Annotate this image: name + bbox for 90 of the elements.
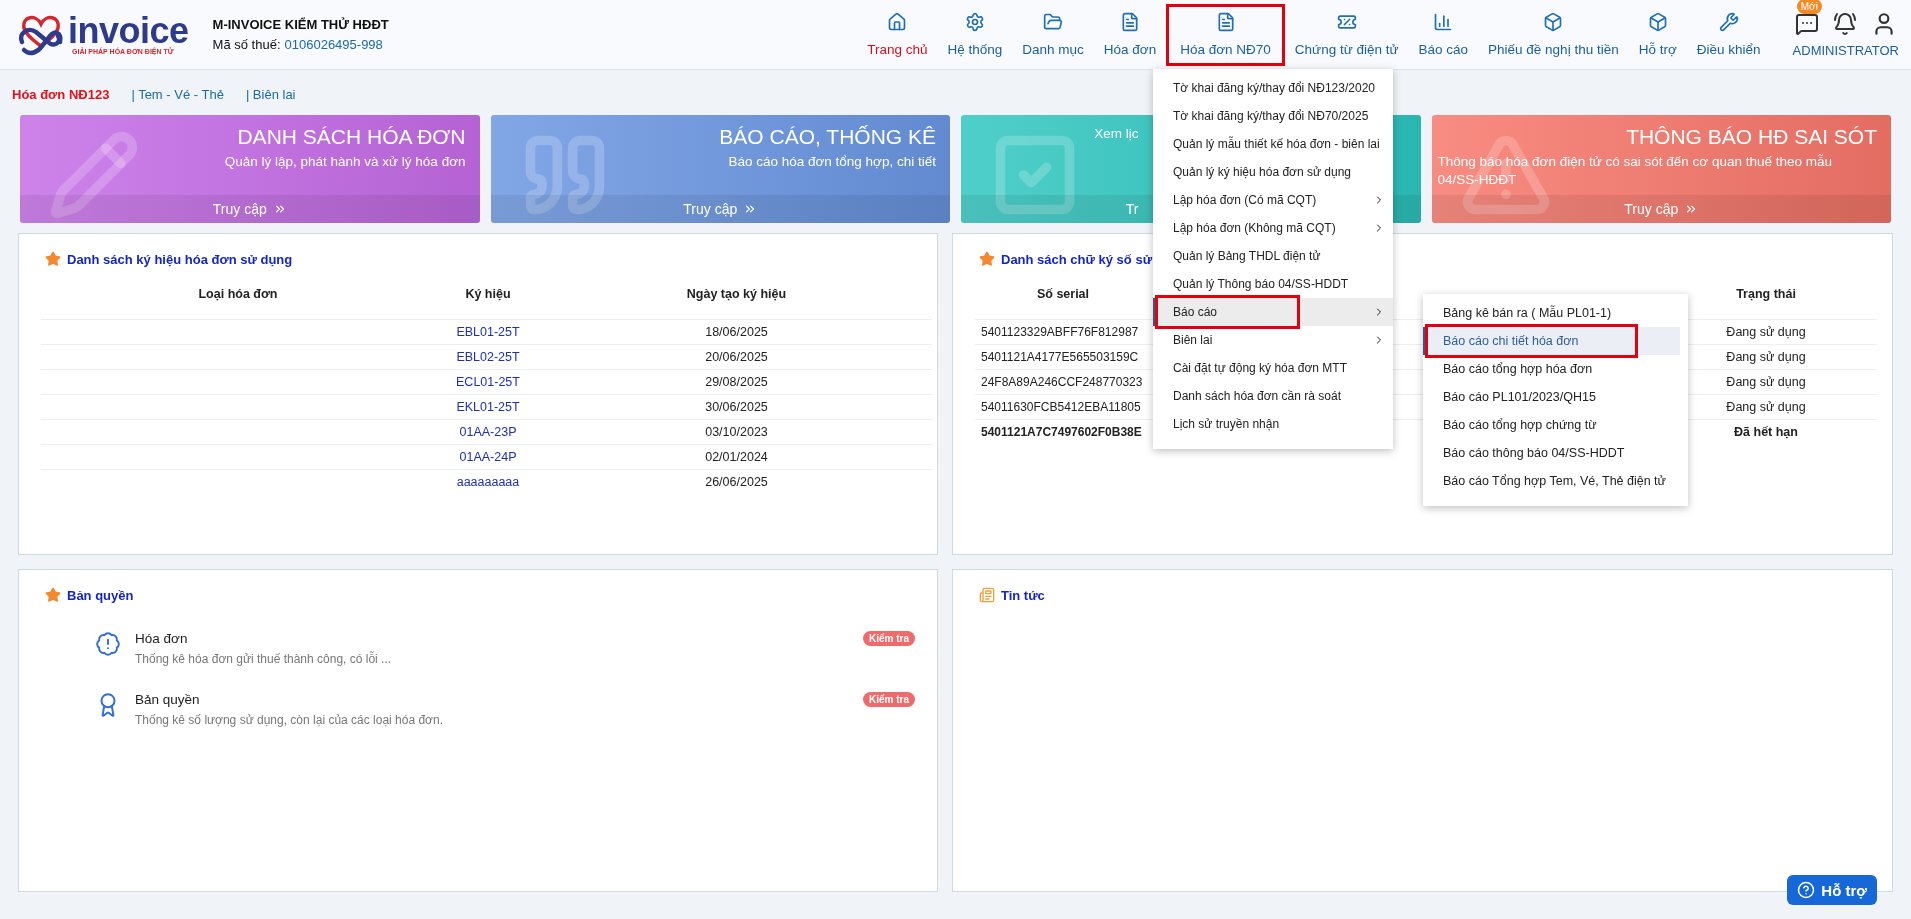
cube-icon <box>1543 12 1564 32</box>
menu-item[interactable]: Quản lý Thông báo 04/SS-HDDT <box>1153 270 1393 298</box>
table-cell: 18/06/2025 <box>541 319 932 344</box>
document-icon <box>1120 12 1140 32</box>
nav-item[interactable]: Hệ thống <box>937 3 1013 66</box>
table-cell: 54011630FCB5412EBA11805 <box>975 394 1151 419</box>
tax-label: Mã số thuế: <box>212 37 281 52</box>
bell-icon[interactable] <box>1832 12 1857 36</box>
nav-item[interactable]: Điều khiển <box>1686 3 1771 66</box>
new-badge: Mới <box>1796 0 1822 14</box>
table-cell[interactable]: aaaaaaaaa <box>435 469 541 494</box>
access-link[interactable]: Truy cập <box>212 201 287 217</box>
item-description: Thống kê hóa đơn gửi thuế thành công, có lỗi ... <box>135 652 393 666</box>
menu-item[interactable]: Danh sách hóa đơn cần rà soát <box>1153 382 1393 410</box>
submenu-item[interactable]: Báo cáo Tổng hợp Tem, Vé, Thẻ điện tử <box>1423 467 1680 495</box>
alert-badge-icon <box>95 631 121 657</box>
menu-item[interactable]: Lập hóa đơn (Có mã CQT) <box>1153 186 1393 214</box>
menu-item[interactable]: Lịch sử truyền nhận <box>1153 410 1393 438</box>
nav-item[interactable]: Chứng từ điện tử <box>1284 3 1409 66</box>
menu-item[interactable]: Quản lý Bảng THDL điện tử <box>1153 242 1393 270</box>
settings-icon <box>964 12 985 32</box>
column-header: Ký hiệu <box>464 286 512 303</box>
menu-item[interactable]: Quản lý ký hiệu hóa đơn sử dụng <box>1153 158 1393 186</box>
card-description: Báo cáo hóa đơn tổng hợp, chi tiết <box>728 153 936 171</box>
table-cell: 24F8A89A246CCF248770323 <box>975 369 1151 394</box>
menu-item[interactable]: Tờ khai đăng ký/thay đổi NĐ123/2020 <box>1153 74 1393 102</box>
item-description: Thống kê số lượng sử dụng, còn lại của các loại hóa đơn. <box>135 713 444 727</box>
subnav-link[interactable]: | Biên lai <box>245 87 296 102</box>
subnav-link[interactable]: | Tem - Vé - Thẻ <box>131 87 224 102</box>
star-icon <box>979 251 995 267</box>
nav-item[interactable]: Phiếu đề nghị thu tiền <box>1478 3 1629 66</box>
user-name[interactable]: ADMINISTRATOR <box>1792 43 1899 58</box>
nav-item[interactable]: Danh mục <box>1012 3 1094 66</box>
card-title: THÔNG BÁO HĐ SAI SÓT <box>1626 125 1877 149</box>
menu-item[interactable]: Báo cáo <box>1153 298 1393 326</box>
item-title: Bản quyền <box>135 692 201 707</box>
table-cell: 30/06/2025 <box>541 394 932 419</box>
table-cell: 20/06/2025 <box>541 344 932 369</box>
nav-item[interactable]: Báo cáo <box>1408 3 1479 66</box>
feature-card[interactable]: DANH SÁCH HÓA ĐƠN Quản lý lập, phát hành và xử lý hóa đơn Truy cập <box>20 115 480 223</box>
table-cell[interactable]: EBL01-25T <box>435 319 541 344</box>
table-cell[interactable]: ECL01-25T <box>435 369 541 394</box>
tax-code: 0106026495-998 <box>284 37 383 52</box>
table-cell[interactable]: EBL02-25T <box>435 344 541 369</box>
help-button[interactable]: Hỗ trợ <box>1787 875 1877 905</box>
column-header: Số serial <box>1035 286 1091 303</box>
folder-icon <box>1043 12 1064 32</box>
panel-title: Danh sách ký hiệu hóa đơn sử dụng <box>67 251 293 267</box>
nav-item[interactable]: Hóa đơn <box>1093 3 1167 66</box>
column-header: Loại hóa đơn <box>197 286 279 303</box>
panel-title: Tin tức <box>1001 587 1045 603</box>
table-cell: 5401121A7C7497602F0B38E <box>975 419 1151 444</box>
company-name: M-INVOICE KIỂM THỬ HĐĐT <box>212 17 389 32</box>
help-icon <box>1797 881 1816 899</box>
table-cell: 5401123329ABFF76F812987 <box>975 319 1151 344</box>
table-cell: 5401121A4177E565503159C <box>975 344 1151 369</box>
panel-title: Bản quyền <box>67 587 134 603</box>
menu-item[interactable]: Quản lý mẫu thiết kế hóa đơn - biên lai <box>1153 130 1393 158</box>
menu-item[interactable]: Biên lai <box>1153 326 1393 354</box>
submenu-item[interactable]: Báo cáo chi tiết hóa đơn <box>1423 327 1680 355</box>
item-title: Hóa đơn <box>135 631 189 646</box>
card-description: Xem lịc <box>1094 125 1139 143</box>
card-title: BÁO CÁO, THỐNG KÊ <box>719 125 936 149</box>
nav-item[interactable]: Trang chủ <box>857 3 938 66</box>
column-header: Trạng thái <box>1735 286 1797 303</box>
table-cell: 02/01/2024 <box>541 444 932 469</box>
star-icon <box>45 587 61 603</box>
table-cell[interactable]: EKL01-25T <box>435 394 541 419</box>
menu-item[interactable]: Cài đặt tự động ký hóa đơn MTT <box>1153 354 1393 382</box>
card-title: DANH SÁCH HÓA ĐƠN <box>237 125 466 149</box>
ticket-icon <box>1336 12 1357 32</box>
table-cell[interactable]: 01AA-24P <box>435 444 541 469</box>
home-icon <box>887 12 908 32</box>
panel-title: Danh sách chữ ký số sử <box>1001 251 1153 267</box>
nav-item[interactable]: Hỗ trợ <box>1628 3 1687 66</box>
cube-icon <box>1647 12 1668 32</box>
bar-chart-icon <box>1433 12 1454 32</box>
newspaper-icon <box>979 587 995 603</box>
table-cell: 29/08/2025 <box>541 369 932 394</box>
star-icon <box>45 251 61 267</box>
subnav-link[interactable]: Hóa đơn NĐ123 <box>12 87 110 102</box>
wrench-icon <box>1718 12 1739 32</box>
table-cell: 03/10/2023 <box>541 419 932 444</box>
table-cell[interactable]: 01AA-23P <box>435 419 541 444</box>
card-description: Thông báo hóa đơn điện tử có sai sót đến cơ quan thuế theo mẫu 04/SS-HĐĐT <box>1437 153 1833 189</box>
card-description: Quản lý lập, phát hành và xử lý hóa đơn <box>224 153 466 171</box>
column-header: Ngày tạo ký hiệu <box>685 286 788 303</box>
chat-icon[interactable] <box>1794 12 1819 36</box>
table-cell: 26/06/2025 <box>541 469 932 494</box>
nav-item[interactable]: Hóa đơn NĐ70 <box>1166 3 1285 66</box>
